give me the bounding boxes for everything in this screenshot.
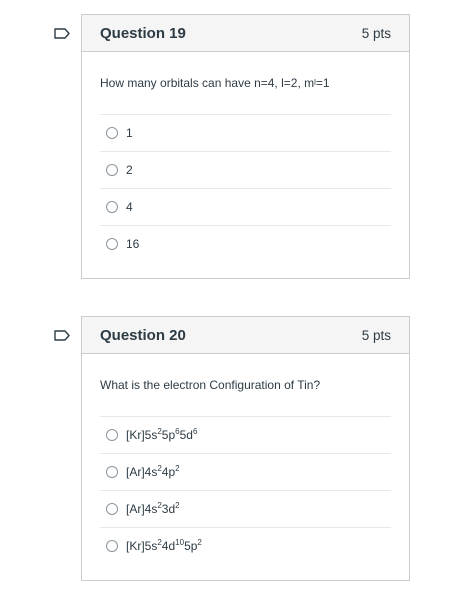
question-header: Question 19 5 pts [82, 15, 409, 52]
radio-button-icon[interactable] [106, 238, 118, 250]
answer-label: 4 [126, 200, 133, 214]
question-prompt: How many orbitals can have n=4, l=2, m l =… [100, 76, 330, 90]
radio-button-icon[interactable] [106, 540, 118, 552]
question-body: What is the electron Configuration of Ti… [82, 354, 409, 564]
question-header: Question 20 5 pts [82, 317, 409, 354]
question-prompt-text: What is the electron Configuration of Ti… [100, 378, 321, 392]
answer-list: [Kr]5s25p65d6 [Ar]4s24p2 [Ar]4s23d2 [Kr]… [100, 416, 391, 564]
question-prompt: What is the electron Configuration of Ti… [100, 354, 391, 416]
radio-button-icon[interactable] [106, 127, 118, 139]
answer-option[interactable]: [Kr]5s25p65d6 [100, 416, 391, 453]
answer-label: 2 [126, 163, 133, 177]
radio-button-icon[interactable] [106, 201, 118, 213]
bookmark-flag-icon[interactable] [54, 28, 70, 39]
radio-button-icon[interactable] [106, 164, 118, 176]
answer-label: [Ar]4s24p2 [126, 464, 180, 480]
question-20-card: Question 20 5 pts What is the electron C… [81, 316, 410, 581]
question-19-card: Question 19 5 pts How many orbitals can … [81, 14, 410, 279]
question-prompt-tail: =1 [315, 76, 330, 90]
radio-button-icon[interactable] [106, 429, 118, 441]
question-title: Question 20 [100, 326, 186, 344]
answer-option[interactable]: [Kr]5s24d105p2 [100, 527, 391, 564]
answer-option[interactable]: 16 [100, 225, 391, 262]
quiz-page: Question 19 5 pts How many orbitals can … [0, 0, 474, 604]
answer-list: 1 2 4 16 [100, 114, 391, 262]
answer-label: [Kr]5s24d105p2 [126, 538, 202, 554]
answer-option[interactable]: [Ar]4s24p2 [100, 453, 391, 490]
answer-option[interactable]: 4 [100, 188, 391, 225]
bookmark-flag-icon[interactable] [54, 330, 70, 341]
answer-option[interactable]: 2 [100, 151, 391, 188]
question-prompt-text: How many orbitals can have n=4, l=2, m [100, 76, 315, 90]
radio-button-icon[interactable] [106, 503, 118, 515]
question-title: Question 19 [100, 24, 186, 42]
answer-label: [Ar]4s23d2 [126, 501, 180, 517]
radio-button-icon[interactable] [106, 466, 118, 478]
answer-option[interactable]: 1 [100, 114, 391, 151]
question-points: 5 pts [361, 327, 391, 343]
answer-label: 1 [126, 126, 133, 140]
answer-label: 16 [126, 237, 140, 251]
answer-option[interactable]: [Ar]4s23d2 [100, 490, 391, 527]
question-points: 5 pts [361, 25, 391, 41]
question-body: How many orbitals can have n=4, l=2, m l =… [82, 52, 409, 262]
answer-label: [Kr]5s25p65d6 [126, 427, 198, 443]
